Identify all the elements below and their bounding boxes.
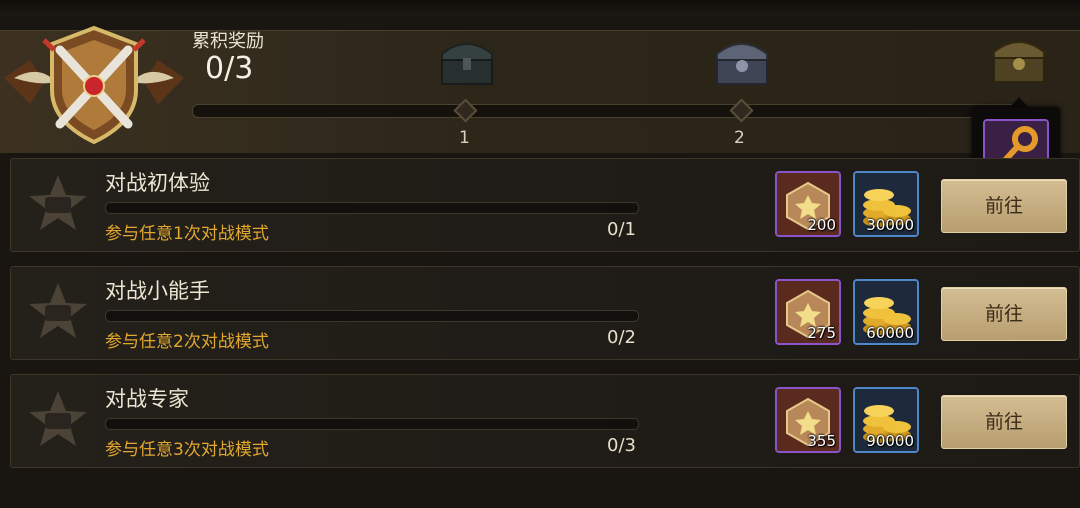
task-progress-text: 0/3 bbox=[607, 435, 636, 456]
task-card-1: 对战初体验 参与任意1次对战模式 0/1 200 30000 前往 bbox=[10, 158, 1080, 252]
task-card-2: 对战小能手 参与任意2次对战模式 0/2 275 60000 前往 bbox=[10, 266, 1080, 360]
task-description: 参与任意3次对战模式 bbox=[105, 440, 269, 460]
go-button[interactable]: 前往 bbox=[941, 287, 1067, 341]
task-star-scroll-icon bbox=[29, 175, 87, 230]
accumulated-reward-value: 0/3 bbox=[205, 51, 254, 86]
reward-count: 200 bbox=[807, 216, 836, 234]
reward-progress-track bbox=[192, 104, 1024, 118]
task-progress-text: 0/1 bbox=[607, 219, 636, 240]
popover-arrow bbox=[1010, 97, 1028, 107]
go-button[interactable]: 前往 bbox=[941, 395, 1067, 449]
silver-chest-icon[interactable] bbox=[711, 32, 773, 90]
reward-badge-points[interactable]: 275 bbox=[775, 279, 841, 345]
accumulated-reward-label: 累积奖励 bbox=[192, 31, 264, 52]
reward-count: 30000 bbox=[866, 216, 914, 234]
task-title: 对战小能手 bbox=[105, 279, 210, 303]
task-progress-bar bbox=[105, 310, 639, 322]
reward-badge-points[interactable]: 200 bbox=[775, 171, 841, 237]
reward-gold-coins[interactable]: 60000 bbox=[853, 279, 919, 345]
top-band bbox=[0, 0, 1080, 16]
gold-chest-icon[interactable] bbox=[988, 30, 1050, 88]
reward-gold-coins[interactable]: 90000 bbox=[853, 387, 919, 453]
milestone-label-2: 2 bbox=[734, 128, 745, 148]
task-description: 参与任意2次对战模式 bbox=[105, 332, 269, 352]
task-progress-bar bbox=[105, 202, 639, 214]
reward-gold-coins[interactable]: 30000 bbox=[853, 171, 919, 237]
milestone-label-1: 1 bbox=[459, 128, 470, 148]
rank-badge-icon bbox=[4, 25, 184, 145]
reward-badge-points[interactable]: 355 bbox=[775, 387, 841, 453]
reward-count: 60000 bbox=[866, 324, 914, 342]
reward-count: 275 bbox=[807, 324, 836, 342]
task-title: 对战初体验 bbox=[105, 171, 210, 195]
task-card-3: 对战专家 参与任意3次对战模式 0/3 355 90000 前往 bbox=[10, 374, 1080, 468]
reward-count: 90000 bbox=[866, 432, 914, 450]
go-button[interactable]: 前往 bbox=[941, 179, 1067, 233]
task-progress-bar bbox=[105, 418, 639, 430]
reward-count: 355 bbox=[807, 432, 836, 450]
task-star-scroll-icon bbox=[29, 391, 87, 446]
task-title: 对战专家 bbox=[105, 387, 189, 411]
task-progress-text: 0/2 bbox=[607, 327, 636, 348]
dark-chest-icon[interactable] bbox=[436, 32, 498, 90]
task-star-scroll-icon bbox=[29, 283, 87, 338]
task-description: 参与任意1次对战模式 bbox=[105, 224, 269, 244]
